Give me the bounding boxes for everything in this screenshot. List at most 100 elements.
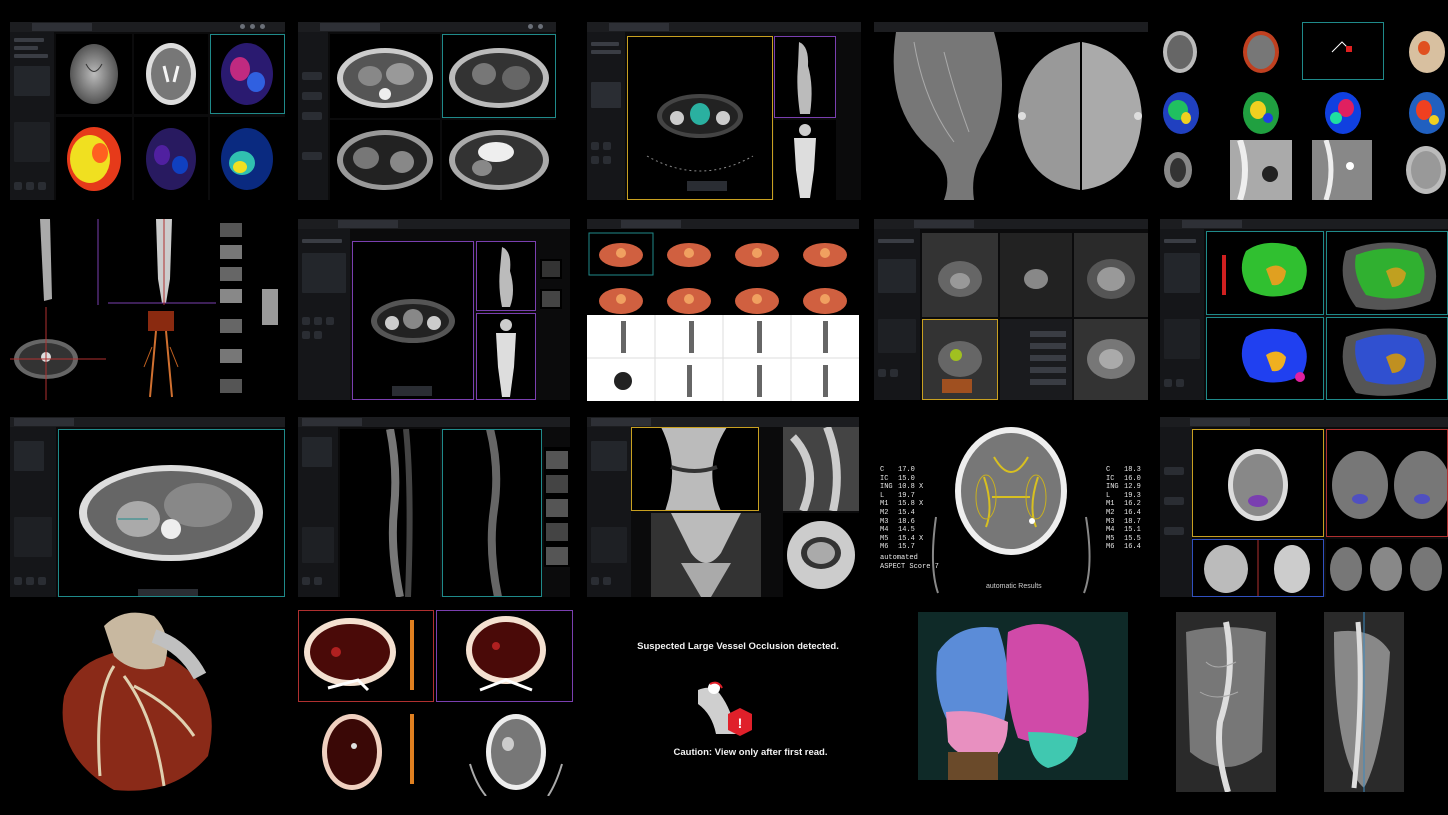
viewport-map-1[interactable] xyxy=(210,34,285,114)
tool-icon[interactable] xyxy=(14,577,22,585)
viewport-sag-color-2[interactable] xyxy=(1206,317,1324,400)
viewport-t2[interactable] xyxy=(134,34,208,114)
viewport-hemo-coronal[interactable] xyxy=(436,610,573,702)
tool-icon[interactable] xyxy=(1176,379,1184,387)
tool-icon[interactable] xyxy=(603,142,611,150)
viewport-coronal[interactable] xyxy=(108,219,220,305)
viewport-strip[interactable] xyxy=(216,219,246,400)
viewport-zoom-2[interactable] xyxy=(1312,140,1372,200)
tool-icon[interactable] xyxy=(1164,497,1184,505)
viewport-axial[interactable] xyxy=(10,307,106,400)
viewport-ct-1[interactable] xyxy=(1160,26,1200,78)
viewport-base[interactable] xyxy=(1160,146,1196,194)
tab[interactable] xyxy=(621,220,681,228)
tab[interactable] xyxy=(320,23,380,31)
viewport-sagittal-1[interactable] xyxy=(340,429,440,597)
viewport-sagittal[interactable] xyxy=(476,241,536,311)
tool-icon[interactable] xyxy=(14,182,22,190)
viewport-knee-cor[interactable] xyxy=(651,513,761,597)
viewport-knee-sag[interactable] xyxy=(631,427,759,511)
viewport-cbv[interactable] xyxy=(1240,88,1282,138)
viewport-hemo-axial-2[interactable] xyxy=(298,704,434,796)
tool-icon[interactable] xyxy=(302,92,322,100)
viewport-tmax[interactable] xyxy=(56,117,132,200)
tool-icon[interactable] xyxy=(302,72,322,80)
tool-icon[interactable] xyxy=(314,317,322,325)
viewport-axial-mr-set[interactable] xyxy=(1326,429,1448,537)
viewport-3d-small[interactable] xyxy=(254,279,285,339)
viewport-cbf[interactable] xyxy=(1160,88,1202,138)
viewport-zoom-1[interactable] xyxy=(1230,140,1292,200)
tool-icon[interactable] xyxy=(302,317,310,325)
tab[interactable] xyxy=(32,23,92,31)
viewport-sagittal[interactable] xyxy=(774,36,836,118)
viewport-ct-2[interactable] xyxy=(1240,26,1282,78)
viewport-axial-2[interactable] xyxy=(442,34,556,118)
viewport-mammo-cc[interactable] xyxy=(1012,32,1148,200)
tool-icon[interactable] xyxy=(38,182,46,190)
viewport-ap-spine[interactable] xyxy=(1176,612,1276,792)
tool-icon[interactable] xyxy=(603,156,611,164)
tool-icon[interactable] xyxy=(1164,527,1184,535)
viewport-axial-main[interactable] xyxy=(627,36,773,200)
heart-vr-image[interactable] xyxy=(44,606,224,796)
viewport-legend[interactable] xyxy=(1302,22,1384,80)
tab[interactable] xyxy=(609,23,669,31)
viewport-axial-1[interactable] xyxy=(330,34,440,118)
tab[interactable] xyxy=(1190,418,1250,426)
viewport-sag-row[interactable] xyxy=(1326,539,1448,597)
tool-icon[interactable] xyxy=(603,577,611,585)
viewport-sagittal-2[interactable] xyxy=(442,429,542,597)
tool-icon[interactable] xyxy=(890,369,898,377)
viewport-axial-abdomen[interactable] xyxy=(58,429,285,597)
window-control-icon[interactable] xyxy=(538,24,543,29)
tool-icon[interactable] xyxy=(878,369,886,377)
viewport-knee-axial[interactable] xyxy=(783,513,859,597)
tool-icon[interactable] xyxy=(302,112,322,120)
thumb-strip[interactable] xyxy=(544,447,570,567)
tool-icon[interactable] xyxy=(314,331,322,339)
tool-icon[interactable] xyxy=(591,156,599,164)
tool-icon[interactable] xyxy=(26,577,34,585)
viewport-mtt[interactable] xyxy=(1322,88,1364,138)
viewport-dce[interactable] xyxy=(1074,319,1148,400)
viewport-hemo-ct[interactable] xyxy=(436,704,573,796)
viewport-coronal[interactable] xyxy=(774,120,836,200)
viewport-sag-fused-1[interactable] xyxy=(1326,231,1448,315)
viewport-map-2[interactable] xyxy=(134,117,208,200)
tool-icon[interactable] xyxy=(591,577,599,585)
pet-axial-grid[interactable] xyxy=(587,231,859,327)
tab[interactable] xyxy=(338,220,398,228)
tab[interactable] xyxy=(591,418,651,426)
tool-icon[interactable] xyxy=(314,577,322,585)
tool-icon[interactable] xyxy=(591,142,599,150)
viewport-adc[interactable] xyxy=(1074,233,1148,317)
viewport-sag-color-1[interactable] xyxy=(1206,231,1324,315)
viewport-axial-ct[interactable] xyxy=(1192,429,1324,537)
tool-icon[interactable] xyxy=(302,331,310,339)
viewport-lat-spine[interactable] xyxy=(1324,612,1404,792)
tool-icon[interactable] xyxy=(1164,379,1172,387)
viewport-axial-main[interactable] xyxy=(352,241,474,400)
viewport-tmax[interactable] xyxy=(1406,88,1448,138)
thumb-2[interactable] xyxy=(540,289,562,309)
viewport-knee-pd[interactable] xyxy=(783,427,859,511)
window-control-icon[interactable] xyxy=(250,24,255,29)
mip-strip[interactable] xyxy=(587,315,859,401)
window-control-icon[interactable] xyxy=(260,24,265,29)
viewport-axial-3[interactable] xyxy=(330,120,440,200)
tool-icon[interactable] xyxy=(302,577,310,585)
viewport-brain[interactable] xyxy=(1400,140,1448,200)
viewport-sag-cor[interactable] xyxy=(1192,539,1324,597)
window-control-icon[interactable] xyxy=(240,24,245,29)
viewport-vr-vessels[interactable] xyxy=(108,307,214,400)
tab[interactable] xyxy=(1182,220,1242,228)
viewport-dwi[interactable] xyxy=(1000,233,1072,317)
viewport-hemo-axial[interactable] xyxy=(298,610,434,702)
tab[interactable] xyxy=(914,220,974,228)
viewport-sag-fused-2[interactable] xyxy=(1326,317,1448,400)
viewport-dwi[interactable] xyxy=(56,34,132,114)
tool-icon[interactable] xyxy=(1164,467,1184,475)
viewport-mammo-mlo[interactable] xyxy=(874,32,1011,200)
tab[interactable] xyxy=(14,418,74,426)
